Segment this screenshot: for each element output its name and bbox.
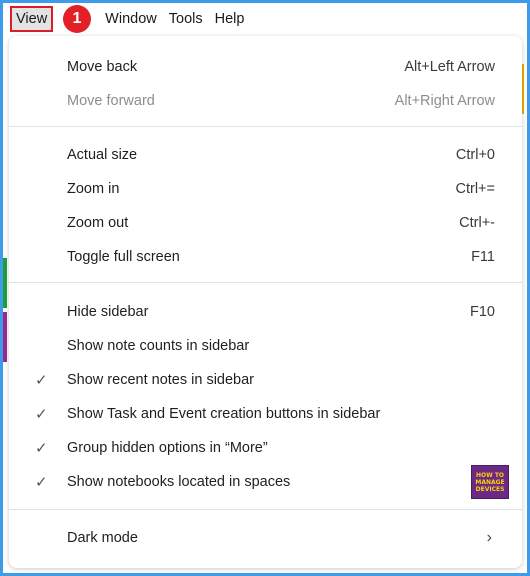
shortcut-label: Ctrl+-	[459, 215, 495, 231]
checkmark-icon: ✓	[35, 440, 48, 457]
checkmark-icon: ✓	[35, 372, 48, 389]
watermark-logo: HOW TO MANAGE DEVICES	[471, 465, 509, 499]
menu-item-actual-size[interactable]: Actual size Ctrl+0	[9, 138, 522, 172]
menu-item-show-task-event-buttons[interactable]: ✓ Show Task and Event creation buttons i…	[9, 397, 522, 431]
menu-item-hide-sidebar[interactable]: Hide sidebar F10	[9, 295, 522, 329]
menu-item-toggle-full-screen[interactable]: Toggle full screen F11	[9, 240, 522, 274]
checkmark-icon: ✓	[35, 406, 48, 423]
menu-item-group-hidden-options[interactable]: ✓ Group hidden options in “More”	[9, 431, 522, 465]
menu-separator	[9, 282, 522, 283]
step-number-badge: 1	[63, 5, 91, 33]
chevron-right-icon: ›	[486, 529, 492, 546]
shortcut-label: Alt+Left Arrow	[404, 59, 495, 75]
menu-item-move-forward: Move forward Alt+Right Arrow	[67, 93, 495, 109]
menu-item-show-note-counts[interactable]: Show note counts in sidebar	[9, 329, 522, 363]
shortcut-label: Ctrl+0	[455, 147, 495, 163]
shortcut-label: F11	[471, 249, 495, 265]
menu-item-show-notebooks-in-spaces[interactable]: ✓ Show notebooks located in spaces	[9, 465, 522, 499]
view-dropdown-menu: Move back Alt+Left Arrow Move forward Al…	[9, 36, 522, 568]
menu-item-zoom-in[interactable]: Zoom in Ctrl+=	[9, 172, 522, 206]
shortcut-label: Alt+Right Arrow	[394, 93, 495, 109]
menu-separator	[9, 126, 522, 127]
menu-item-move-back[interactable]: Move back Alt+Left Arrow	[9, 50, 522, 84]
shortcut-label: Ctrl+=	[455, 181, 496, 197]
menu-separator	[9, 509, 522, 510]
menu-item-dark-mode[interactable]: Dark mode ›	[9, 521, 522, 555]
menu-bar: View Window Tools Help	[8, 6, 250, 32]
menu-tools[interactable]: Tools	[163, 8, 209, 30]
menu-item-zoom-out[interactable]: Zoom out Ctrl+-	[9, 206, 522, 240]
edge-strip-purple	[3, 312, 7, 362]
menu-view[interactable]: View	[10, 6, 54, 32]
edge-strip-green	[3, 258, 7, 308]
menu-window[interactable]: Window	[99, 8, 163, 30]
menu-item-show-recent-notes[interactable]: ✓ Show recent notes in sidebar	[9, 363, 522, 397]
shortcut-label: F10	[470, 304, 495, 320]
checkmark-icon: ✓	[35, 474, 48, 491]
menu-help[interactable]: Help	[209, 8, 251, 30]
